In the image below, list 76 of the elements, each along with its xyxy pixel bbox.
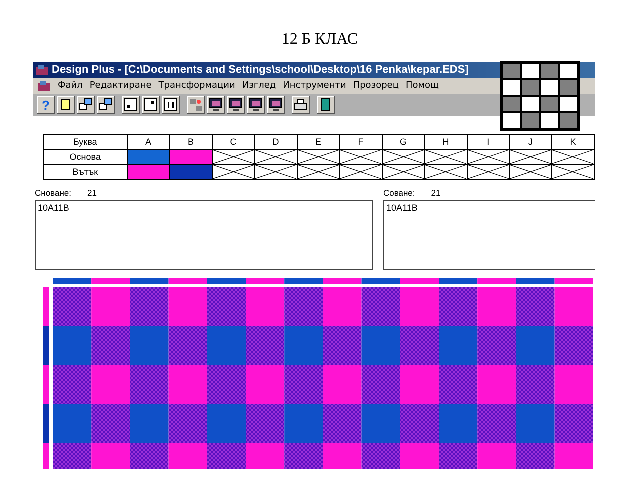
- monitor-icon: [269, 98, 283, 112]
- thread-count: 21: [88, 188, 97, 200]
- window-title: Design Plus - [C:\Documents and Settings\school\Desktop\16 Penka\kepar.EDS]: [52, 64, 469, 76]
- empty-cell[interactable]: [340, 164, 382, 180]
- open-button[interactable]: [77, 96, 95, 114]
- monitor-button[interactable]: [267, 96, 285, 114]
- sequence-field[interactable]: 10A11B: [383, 200, 595, 270]
- row-label: Основа: [44, 150, 128, 164]
- field-label: Соване:: [383, 188, 416, 200]
- menu-item[interactable]: Изглед: [242, 81, 276, 91]
- empty-cell[interactable]: [382, 164, 425, 180]
- monitor-button[interactable]: [207, 96, 225, 114]
- page-icon: [59, 98, 73, 112]
- color-swatch[interactable]: [170, 150, 212, 164]
- column-header: D: [254, 134, 298, 150]
- save-button[interactable]: [97, 96, 115, 114]
- color-swatch[interactable]: [127, 150, 170, 164]
- row-label: Вътък: [44, 164, 128, 180]
- printer-icon: [294, 98, 308, 112]
- monitor-icon: [249, 98, 263, 112]
- color-swatch[interactable]: [170, 164, 212, 180]
- page-title: 12 Б КЛАС: [280, 30, 360, 50]
- menu-item[interactable]: Прозорец: [353, 81, 399, 91]
- empty-cell[interactable]: [424, 150, 468, 164]
- column-header: G: [382, 134, 425, 150]
- menu-item[interactable]: Инструменти: [283, 81, 346, 91]
- empty-cell[interactable]: [510, 150, 552, 164]
- one-to-one-icon: [164, 98, 178, 112]
- monitor-icon: [229, 98, 243, 112]
- column-header: J: [510, 134, 552, 150]
- copy-icon: [99, 98, 113, 112]
- column-header: E: [297, 134, 340, 150]
- exit-button[interactable]: [317, 96, 335, 114]
- zoom-out-button[interactable]: [122, 96, 140, 114]
- column-header: I: [467, 134, 510, 150]
- empty-cell[interactable]: [254, 164, 298, 180]
- column-header: K: [552, 134, 594, 150]
- print-button[interactable]: [292, 96, 310, 114]
- frame-icon: [144, 98, 158, 112]
- empty-cell[interactable]: [382, 150, 425, 164]
- monitor-button[interactable]: [247, 96, 265, 114]
- menu-item[interactable]: Файл: [58, 81, 83, 91]
- computers-icon: [189, 98, 203, 112]
- monitor-icon: [209, 98, 223, 112]
- empty-cell[interactable]: [297, 164, 340, 180]
- app-menu-icon[interactable]: [37, 80, 51, 92]
- empty-cell[interactable]: [340, 150, 382, 164]
- column-header: H: [424, 134, 468, 150]
- help-button[interactable]: ?: [37, 96, 55, 114]
- empty-cell[interactable]: [297, 150, 340, 164]
- column-header: C: [212, 134, 255, 150]
- empty-cell[interactable]: [254, 150, 298, 164]
- empty-cell[interactable]: [467, 150, 510, 164]
- colors-button[interactable]: [187, 96, 205, 114]
- empty-cell[interactable]: [552, 150, 594, 164]
- monitor-button[interactable]: [227, 96, 245, 114]
- empty-cell[interactable]: [552, 164, 594, 180]
- app-icon: [35, 64, 49, 76]
- column-header: Буква: [44, 134, 128, 150]
- field-label: Сноване:: [35, 188, 72, 200]
- menu-item[interactable]: Трансформации: [158, 81, 236, 91]
- copy-icon: [79, 98, 93, 112]
- color-swatch[interactable]: [127, 164, 170, 180]
- empty-cell[interactable]: [424, 164, 468, 180]
- menu-item[interactable]: Редактиране: [90, 81, 152, 91]
- door-icon: [319, 98, 333, 112]
- actual-size-button[interactable]: [162, 96, 180, 114]
- empty-cell[interactable]: [467, 164, 510, 180]
- sequence-field[interactable]: 10A11B: [35, 200, 374, 270]
- menu-item[interactable]: Помощ: [406, 81, 439, 91]
- thread-count: 21: [431, 188, 441, 200]
- zoom-in-button[interactable]: [142, 96, 160, 114]
- new-button[interactable]: [57, 96, 75, 114]
- column-header: F: [340, 134, 382, 150]
- frame-icon: [124, 98, 138, 112]
- empty-cell[interactable]: [510, 164, 552, 180]
